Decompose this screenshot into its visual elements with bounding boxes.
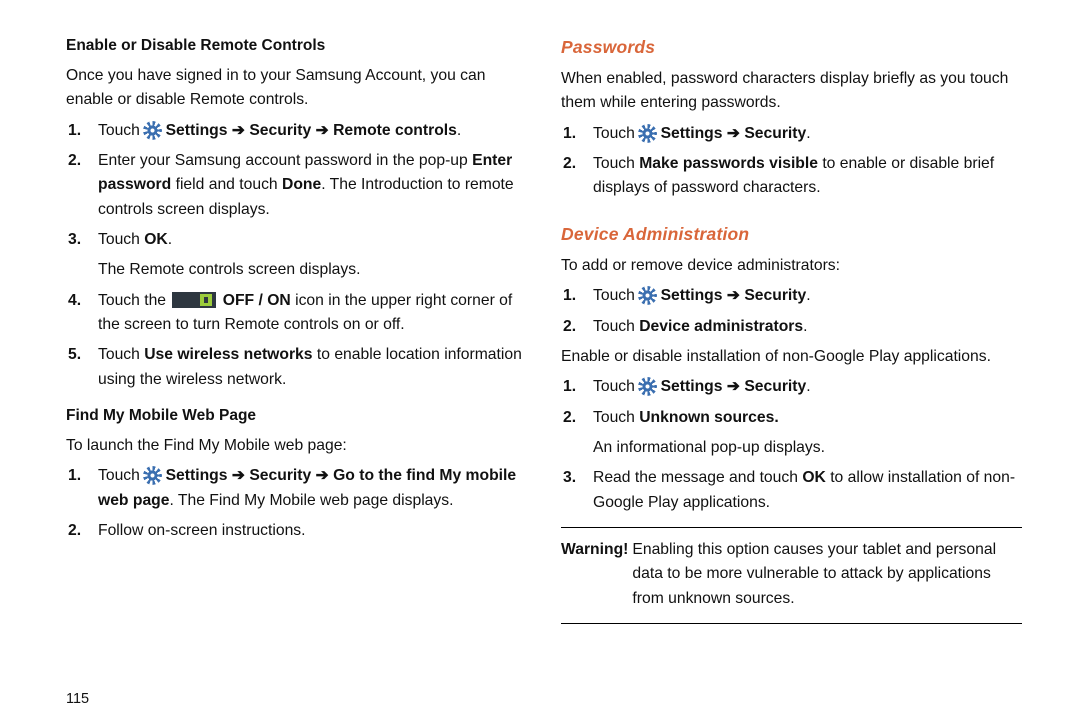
- settings-icon: [640, 379, 655, 394]
- step-number: 5.: [68, 343, 81, 367]
- step-number: 3.: [563, 466, 576, 490]
- text: field and touch: [171, 176, 282, 193]
- steps-list: 1. Touch Settings ➔ Security ➔ Remote co…: [66, 119, 529, 392]
- list-item: 1. Touch Settings ➔ Security ➔ Remote co…: [98, 119, 529, 143]
- settings-icon: [640, 126, 655, 141]
- step-number: 2.: [68, 149, 81, 173]
- list-item: 1. Touch Settings ➔ Security.: [593, 284, 1022, 308]
- body-text: Enable or disable installation of non-Go…: [561, 345, 1022, 369]
- step-number: 1.: [563, 122, 576, 146]
- bold-text: OK: [144, 231, 168, 248]
- list-item: 2. Follow on-screen instructions.: [98, 519, 529, 543]
- warning-label: Warning!: [561, 538, 632, 611]
- bold-text: Make passwords visible: [639, 155, 818, 172]
- text: .: [168, 231, 172, 248]
- heading-device-administration: Device Administration: [561, 221, 1022, 248]
- text: Touch the: [98, 292, 170, 309]
- manual-page: Enable or Disable Remote Controls Once y…: [0, 0, 1080, 720]
- text: .: [806, 287, 810, 304]
- body-text: To add or remove device administrators:: [561, 254, 1022, 278]
- list-item: 1. Touch Settings ➔ Security ➔ Go to the…: [98, 464, 529, 513]
- step-number: 1.: [68, 119, 81, 143]
- text: .: [457, 122, 461, 139]
- step-number: 1.: [563, 284, 576, 308]
- divider: [561, 527, 1022, 528]
- step-number: 4.: [68, 289, 81, 313]
- step-number: 1.: [68, 464, 81, 488]
- list-item: 2. Touch Unknown sources. An information…: [593, 406, 1022, 461]
- text: . The Find My Mobile web page displays.: [169, 492, 453, 509]
- list-item: 3. Touch OK. The Remote controls screen …: [98, 228, 529, 283]
- list-item: 1. Touch Settings ➔ Security.: [593, 122, 1022, 146]
- step-number: 2.: [563, 406, 576, 430]
- text: .: [806, 378, 810, 395]
- divider: [561, 623, 1022, 624]
- step-number: 1.: [563, 375, 576, 399]
- steps-list: 1. Touch Settings ➔ Security ➔ Go to the…: [66, 464, 529, 543]
- list-item: 1. Touch Settings ➔ Security.: [593, 375, 1022, 399]
- text: Touch: [593, 125, 639, 142]
- list-item: 2. Touch Device administrators.: [593, 315, 1022, 339]
- heading-passwords: Passwords: [561, 34, 1022, 61]
- text: Follow on-screen instructions.: [98, 522, 306, 539]
- heading-find-my-mobile: Find My Mobile Web Page: [66, 404, 529, 428]
- bold-text: Settings ➔ Security: [656, 125, 806, 142]
- settings-icon: [145, 123, 160, 138]
- text: Touch: [98, 467, 144, 484]
- text: Touch: [593, 155, 639, 172]
- text: An informational pop-up displays.: [593, 439, 825, 456]
- list-item: 2. Touch Make passwords visible to enabl…: [593, 152, 1022, 201]
- body-text: When enabled, password characters displa…: [561, 67, 1022, 116]
- bold-text: OFF / ON: [218, 292, 290, 309]
- text: .: [803, 318, 807, 335]
- warning-text: Enabling this option causes your tablet …: [632, 538, 1022, 611]
- steps-list: 1. Touch Settings ➔ Security. 2. Touch U…: [561, 375, 1022, 515]
- step-number: 2.: [563, 315, 576, 339]
- step-number: 2.: [563, 152, 576, 176]
- toggle-off-on-icon: [172, 292, 216, 308]
- text: Touch: [98, 122, 144, 139]
- bold-text: Done: [282, 176, 321, 193]
- settings-icon: [640, 288, 655, 303]
- bold-text: Settings ➔ Security ➔ Remote controls: [161, 122, 457, 139]
- step-number: 2.: [68, 519, 81, 543]
- text: Read the message and touch: [593, 469, 802, 486]
- text: Touch: [593, 378, 639, 395]
- text: Touch: [98, 346, 144, 363]
- body-text: To launch the Find My Mobile web page:: [66, 434, 529, 458]
- text: Touch: [98, 231, 144, 248]
- list-item: 4. Touch the OFF / ON icon in the upper …: [98, 289, 529, 338]
- list-item: 2. Enter your Samsung account password i…: [98, 149, 529, 222]
- text: Touch: [593, 287, 639, 304]
- warning-block: Warning! Enabling this option causes you…: [561, 538, 1022, 611]
- left-column: Enable or Disable Remote Controls Once y…: [66, 34, 553, 710]
- page-number: 115: [66, 688, 89, 710]
- bold-text: Settings ➔ Security: [656, 378, 806, 395]
- text: Enter your Samsung account password in t…: [98, 152, 472, 169]
- text: .: [806, 125, 810, 142]
- text: The Remote controls screen displays.: [98, 261, 360, 278]
- steps-list: 1. Touch Settings ➔ Security. 2. Touch M…: [561, 122, 1022, 201]
- bold-text: OK: [802, 469, 826, 486]
- steps-list: 1. Touch Settings ➔ Security. 2. Touch D…: [561, 284, 1022, 339]
- right-column: Passwords When enabled, password charact…: [553, 34, 1040, 710]
- heading-enable-disable-remote: Enable or Disable Remote Controls: [66, 34, 529, 58]
- text: Touch: [593, 318, 639, 335]
- bold-text: Unknown sources.: [639, 409, 778, 426]
- body-text: Once you have signed in to your Samsung …: [66, 64, 529, 113]
- step-number: 3.: [68, 228, 81, 252]
- settings-icon: [145, 468, 160, 483]
- bold-text: Use wireless networks: [144, 346, 312, 363]
- list-item: 5. Touch Use wireless networks to enable…: [98, 343, 529, 392]
- bold-text: Device administrators: [639, 318, 803, 335]
- text: Touch: [593, 409, 639, 426]
- list-item: 3. Read the message and touch OK to allo…: [593, 466, 1022, 515]
- bold-text: Settings ➔ Security: [656, 287, 806, 304]
